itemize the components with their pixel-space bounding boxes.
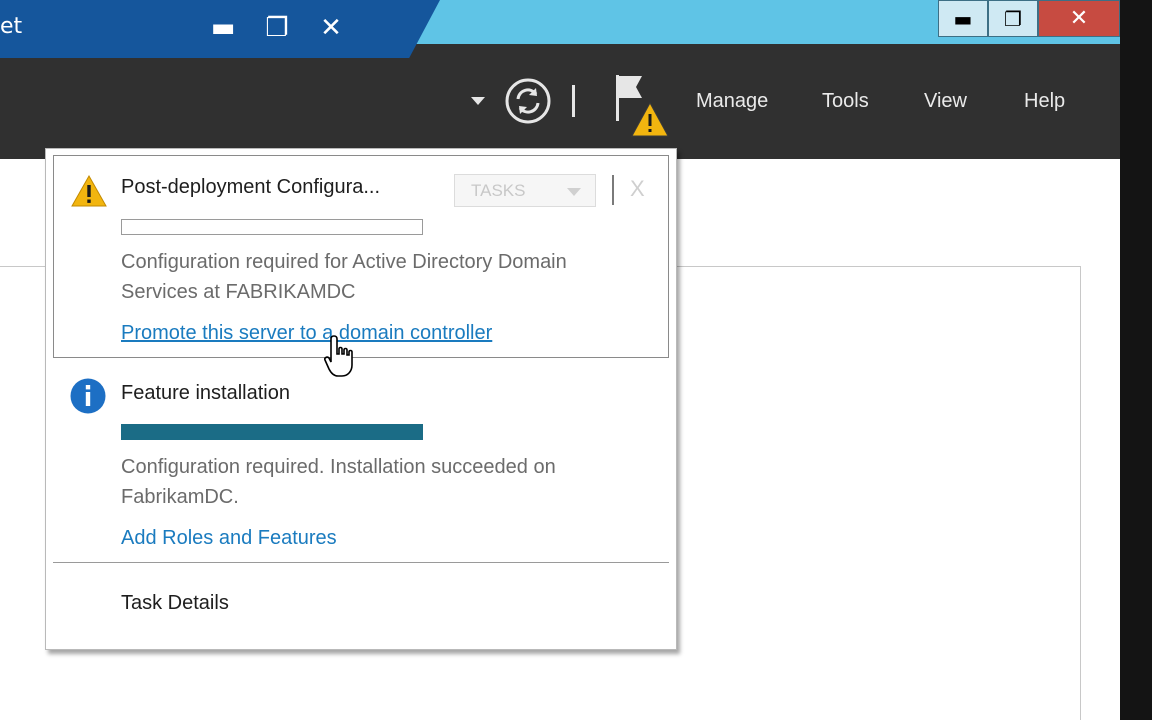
minimize-button[interactable]: ▬ (205, 10, 241, 46)
chevron-down-icon (567, 188, 581, 196)
notification-description: Configuration required. Installation suc… (121, 456, 556, 508)
popup-separator (612, 175, 614, 205)
menu-manage[interactable]: Manage (696, 90, 768, 113)
outer-minimize-button[interactable]: ▬ (938, 0, 988, 37)
add-roles-features-link[interactable]: Add Roles and Features (121, 527, 337, 550)
notification-description: Configuration required for Active Direct… (121, 251, 567, 303)
notifications-popup: Post-deployment Configura... TASKS X Con… (45, 148, 677, 650)
notifications-flag-icon[interactable] (612, 73, 672, 139)
tasks-dropdown[interactable]: TASKS (454, 174, 596, 207)
tasks-label: TASKS (471, 180, 526, 200)
outer-close-button[interactable]: ✕ (1038, 0, 1120, 37)
promote-server-link[interactable]: Promote this server to a domain controll… (121, 322, 492, 345)
progress-bar (121, 424, 423, 440)
menu-help[interactable]: Help (1024, 90, 1065, 113)
task-details-link[interactable]: Task Details (121, 592, 229, 615)
menu-tools[interactable]: Tools (822, 90, 869, 113)
outer-restore-button[interactable]: ❐ (988, 0, 1038, 37)
outer-window-controls: ▬ ❐ ✕ (938, 0, 1120, 37)
popup-divider (53, 562, 669, 563)
notification-title: Post-deployment Configura... (121, 176, 381, 198)
restore-button[interactable]: ❐ (259, 10, 295, 46)
dismiss-button[interactable]: X (630, 176, 645, 202)
progress-bar (121, 219, 423, 235)
chevron-down-icon[interactable] (471, 97, 485, 105)
menu-view[interactable]: View (924, 90, 967, 113)
notification-title: Feature installation (121, 382, 290, 404)
screen-edge (1120, 0, 1152, 720)
window-title: et (0, 14, 23, 39)
refresh-icon[interactable] (505, 78, 551, 124)
warning-icon (71, 175, 107, 207)
inner-window-titlebar-content: et ▬ ❐ ✕ (0, 0, 405, 58)
close-button[interactable]: ✕ (313, 10, 349, 46)
info-icon (70, 378, 106, 414)
hand-cursor-icon (324, 335, 353, 377)
toolbar-separator (572, 85, 575, 117)
